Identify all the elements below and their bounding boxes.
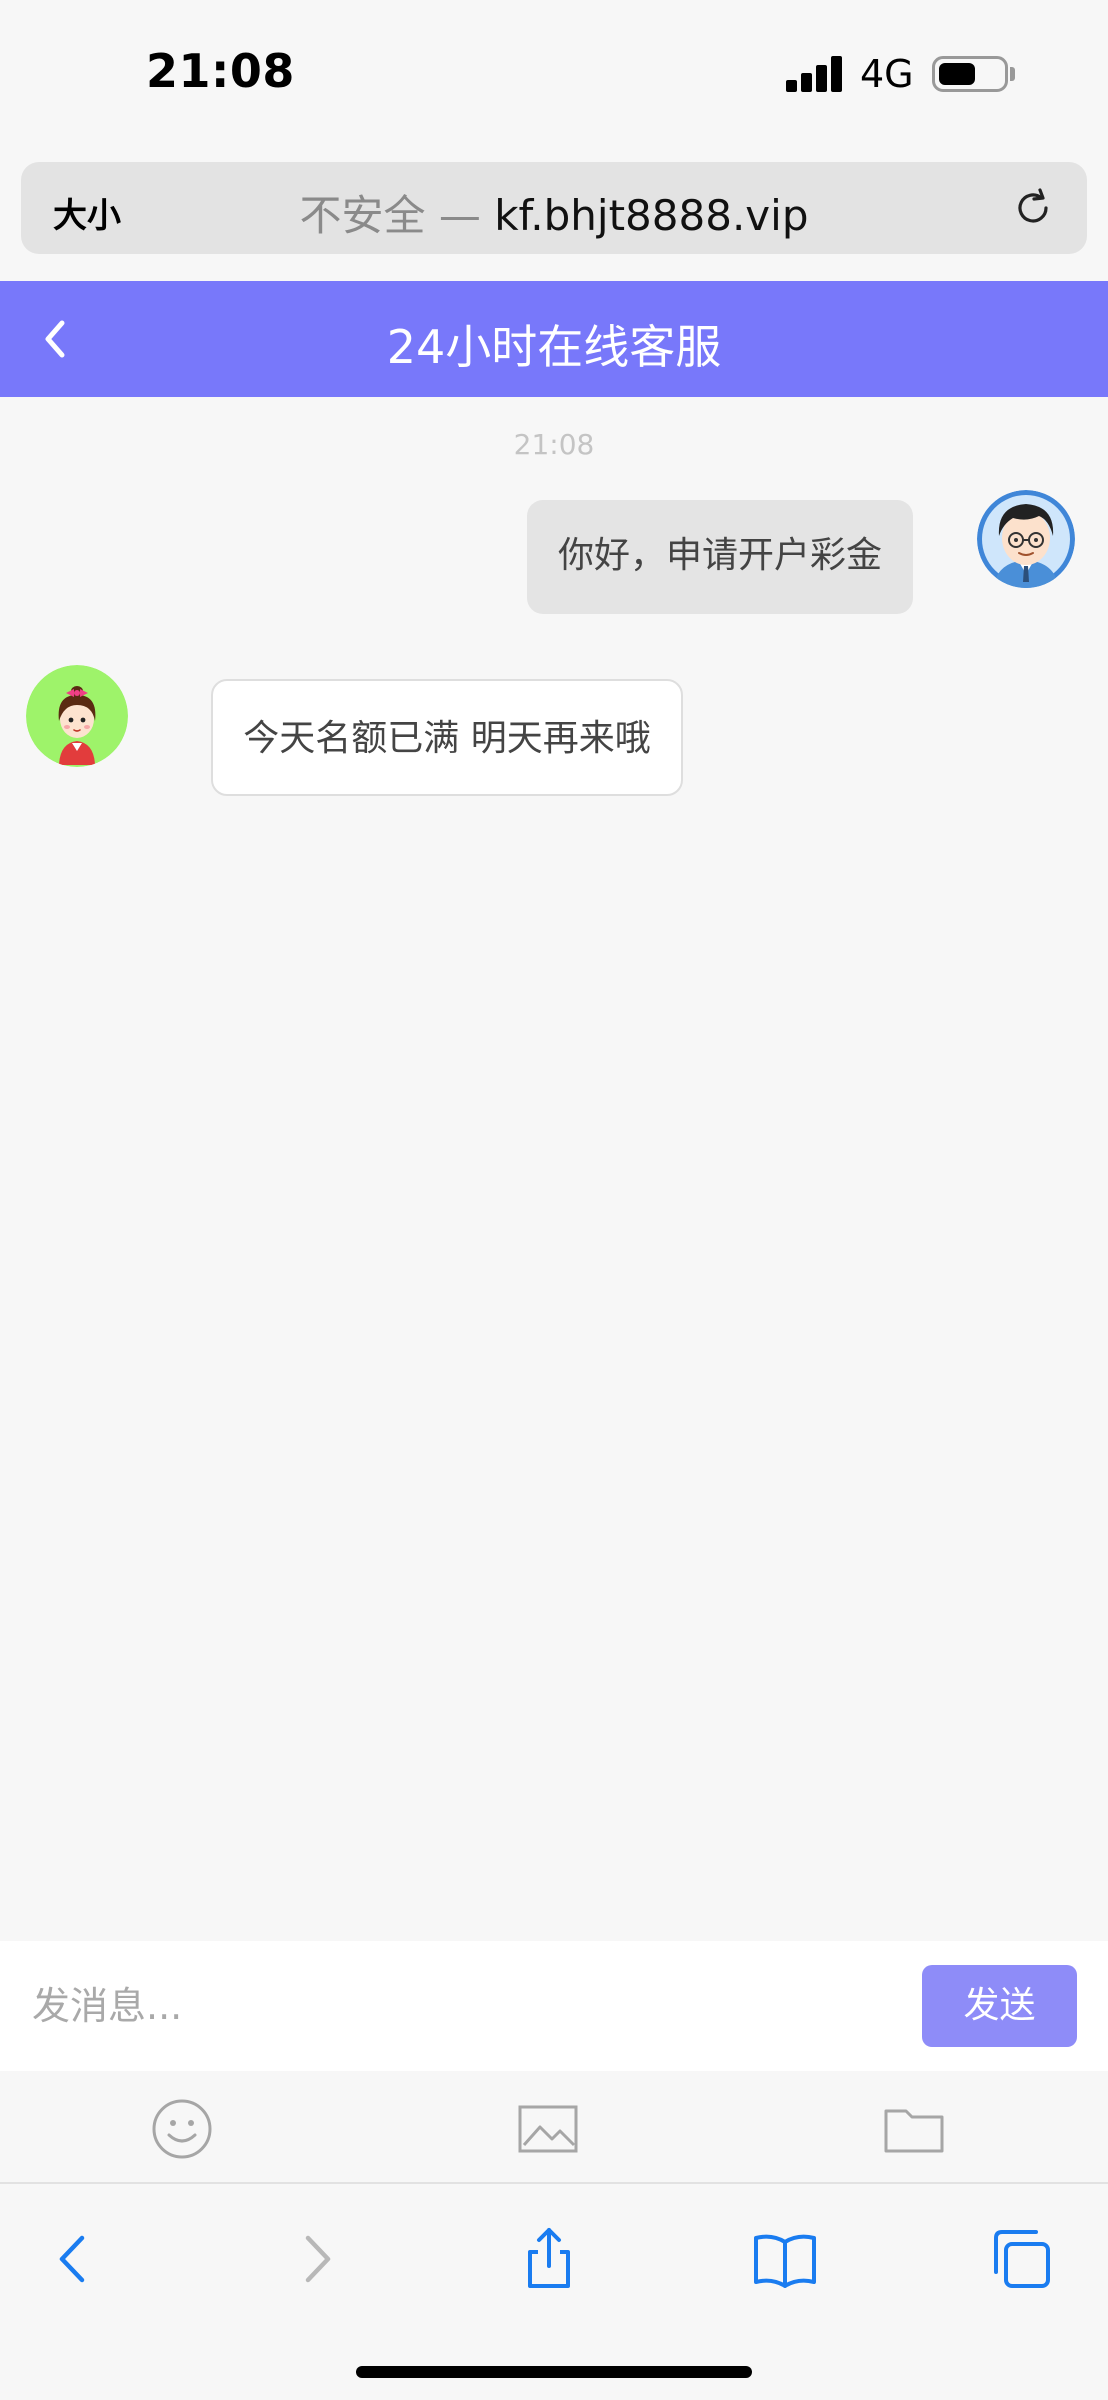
chat-header: 24小时在线客服 [0, 281, 1108, 397]
browser-forward-icon[interactable] [282, 2226, 348, 2292]
url-domain: kf.bhjt8888.vip [494, 191, 809, 240]
message-input[interactable] [32, 1965, 892, 2047]
status-bar: 21:08 4G [0, 0, 1108, 150]
page-title: 24小时在线客服 [386, 320, 722, 374]
send-button[interactable]: 发送 [922, 1965, 1077, 2047]
attachment-toolbar [0, 2071, 1108, 2184]
bookmarks-icon[interactable] [752, 2226, 818, 2292]
url-display[interactable]: 不安全 — kf.bhjt8888.vip [21, 182, 1087, 243]
tabs-icon[interactable] [988, 2226, 1054, 2292]
home-indicator [356, 2366, 752, 2378]
user-message-bubble: 你好，申请开户彩金 [527, 500, 913, 614]
network-type: 4G [860, 52, 914, 96]
agent-message-bubble: 今天名额已满 明天再来哦 [211, 679, 683, 796]
reload-icon[interactable] [1009, 184, 1057, 232]
agent-avatar [26, 665, 128, 767]
user-avatar [977, 490, 1075, 588]
share-icon[interactable] [516, 2226, 582, 2292]
browser-back-icon[interactable] [42, 2226, 108, 2292]
insecure-label: 不安全 [299, 191, 426, 240]
status-time: 21:08 [146, 44, 295, 98]
battery-cap [1010, 67, 1015, 81]
signal-strength-icon [786, 56, 844, 92]
battery-icon [932, 56, 1008, 92]
message-composer: 发送 [0, 1941, 1108, 2071]
image-icon[interactable] [516, 2097, 580, 2161]
message-timestamp: 21:08 [513, 428, 595, 461]
url-separator: — [425, 191, 495, 240]
folder-icon[interactable] [882, 2097, 946, 2161]
address-bar[interactable]: 大小 不安全 — kf.bhjt8888.vip [21, 162, 1087, 254]
emoji-icon[interactable] [150, 2097, 214, 2161]
